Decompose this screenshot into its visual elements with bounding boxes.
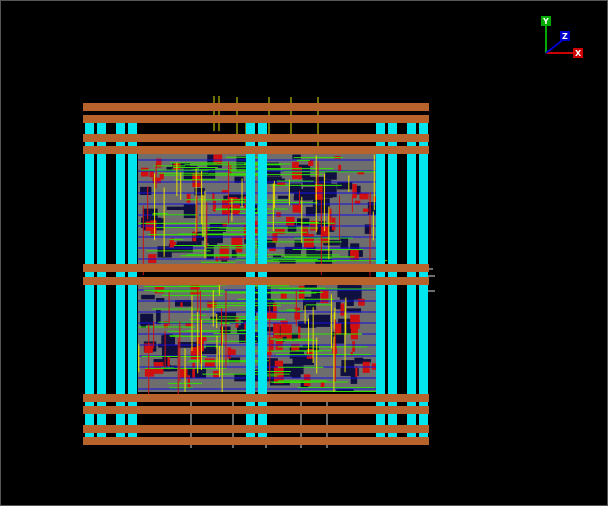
cell-block bbox=[196, 237, 205, 241]
metal-block bbox=[202, 336, 207, 342]
metal-block bbox=[230, 349, 236, 355]
power-strap bbox=[83, 264, 429, 272]
metal-block bbox=[350, 324, 358, 340]
cell-block bbox=[354, 357, 364, 364]
metal-block bbox=[149, 170, 154, 178]
power-strap bbox=[83, 146, 429, 154]
z-axis-label: Z bbox=[562, 32, 568, 41]
metal-block bbox=[331, 217, 336, 231]
metal-block bbox=[320, 382, 325, 388]
power-strap bbox=[83, 103, 429, 111]
cell-block bbox=[183, 203, 197, 219]
power-strap bbox=[83, 134, 429, 142]
z-axis-line bbox=[545, 38, 565, 54]
metal-block bbox=[359, 193, 369, 200]
metal-block bbox=[304, 233, 314, 248]
metal-block bbox=[207, 300, 217, 308]
power-strap bbox=[83, 394, 429, 402]
metal-block bbox=[204, 358, 215, 367]
y-axis-label: Y bbox=[542, 17, 549, 26]
cell-block bbox=[335, 302, 341, 310]
cell-block bbox=[141, 294, 155, 300]
metal-block bbox=[186, 193, 191, 203]
cell-block bbox=[294, 188, 312, 201]
metal-block bbox=[358, 298, 365, 306]
metal-block bbox=[303, 374, 311, 387]
cell-block bbox=[292, 154, 301, 160]
metal-block bbox=[321, 226, 329, 244]
cell-block bbox=[206, 229, 223, 244]
metal-block bbox=[235, 236, 243, 253]
metal-block bbox=[180, 302, 183, 307]
metal-block bbox=[144, 369, 155, 377]
power-strap bbox=[83, 406, 429, 414]
metal-block bbox=[141, 167, 149, 177]
power-strap bbox=[83, 115, 429, 123]
metal-block bbox=[273, 302, 277, 319]
cell-block bbox=[157, 343, 163, 348]
cell-block bbox=[325, 171, 337, 180]
layout-viewport[interactable]: Y Z X bbox=[0, 0, 608, 506]
metal-block bbox=[179, 368, 188, 378]
power-strap bbox=[83, 437, 429, 445]
axis-gizmo: Y Z X bbox=[541, 16, 583, 58]
cell-block bbox=[277, 195, 289, 199]
metal-block bbox=[150, 220, 157, 237]
cell-block bbox=[346, 294, 354, 307]
cell-block bbox=[140, 186, 152, 196]
metal-block bbox=[272, 233, 278, 243]
power-strap bbox=[83, 277, 429, 285]
power-strap bbox=[83, 425, 429, 433]
metal-block bbox=[298, 326, 301, 339]
metal-block bbox=[308, 159, 314, 167]
cell-block bbox=[140, 314, 146, 328]
chip-layout-canvas[interactable]: Y Z X bbox=[1, 1, 607, 505]
metal-block bbox=[352, 184, 357, 199]
metal-block bbox=[340, 303, 345, 316]
metal-block bbox=[362, 208, 369, 212]
metal-block bbox=[355, 366, 358, 377]
metal-block bbox=[286, 216, 295, 227]
metal-block bbox=[212, 193, 215, 201]
metal-block bbox=[273, 323, 280, 338]
metal-block bbox=[335, 322, 342, 335]
x-axis-label: X bbox=[575, 49, 582, 58]
metal-block bbox=[192, 362, 195, 379]
cell-block bbox=[265, 176, 282, 182]
cell-block bbox=[166, 206, 185, 211]
metal-block bbox=[192, 231, 197, 242]
metal-block bbox=[286, 324, 292, 341]
cell-block bbox=[293, 369, 304, 375]
cell-block bbox=[352, 289, 361, 299]
metal-block bbox=[275, 336, 283, 350]
metal-block bbox=[354, 320, 361, 325]
metal-block bbox=[274, 360, 284, 370]
metal-block bbox=[275, 228, 285, 234]
